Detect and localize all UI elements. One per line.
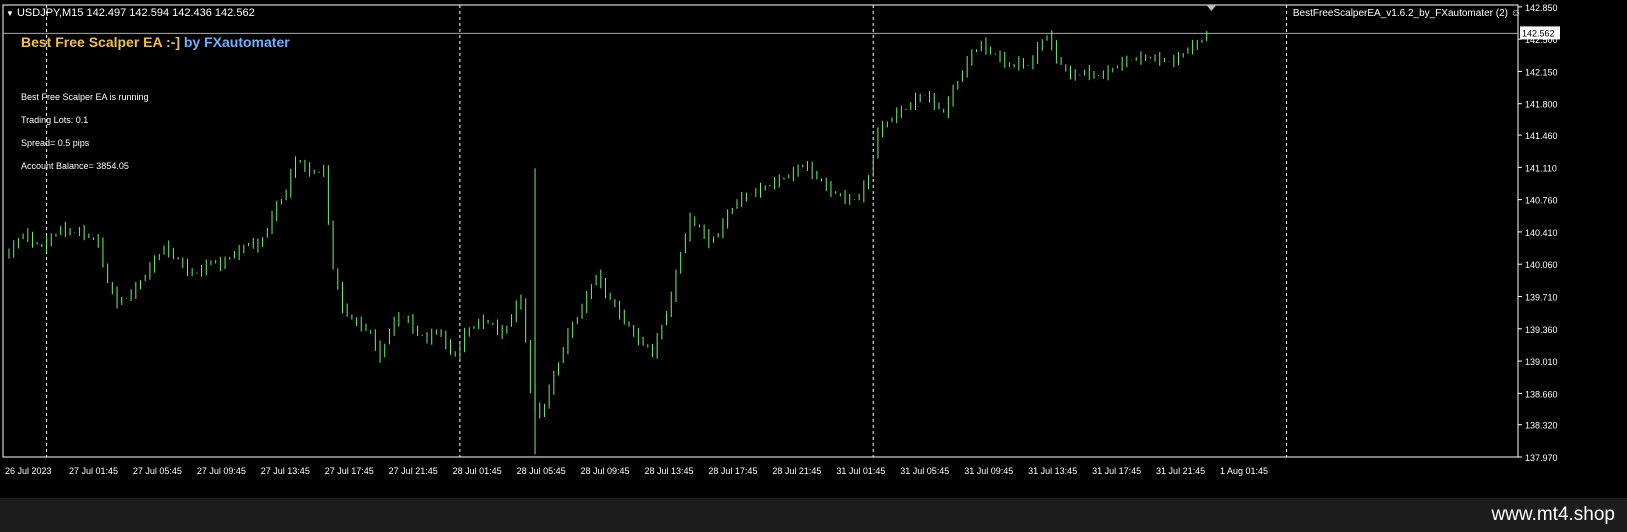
footer: www.mt4.shop — [0, 498, 1627, 532]
ea-status: Best Free Scalper EA is running — [21, 92, 149, 102]
x-tick-label: 28 Jul 05:45 — [517, 466, 566, 476]
y-tick-label: 137.970 — [1525, 453, 1558, 463]
ea-title: Best Free Scalper EA :-] by FXautomater — [21, 34, 290, 50]
x-tick-label: 31 Jul 21:45 — [1156, 466, 1205, 476]
x-tick-label: 27 Jul 01:45 — [69, 466, 118, 476]
x-tick-label: 27 Jul 05:45 — [133, 466, 182, 476]
plot-frame — [2, 4, 1519, 458]
dropdown-triangle-icon[interactable]: ▼ — [6, 9, 14, 18]
ea-name-label: BestFreeScalperEA_v1.6.2_by_FXautomater … — [1293, 8, 1521, 19]
y-tick-label: 140.760 — [1525, 196, 1558, 206]
x-tick-label: 28 Jul 21:45 — [772, 466, 821, 476]
chart-area[interactable]: 142.850 142.500 142.150 141.800 141.460 141.1… — [0, 0, 1627, 498]
y-tick-label: 140.410 — [1525, 228, 1558, 238]
symbol-line: USDJPY,M15 142.497 142.594 142.436 142.5… — [16, 7, 255, 19]
y-tick-label: 138.320 — [1525, 421, 1558, 431]
watermark: www.mt4.shop — [1491, 504, 1615, 525]
x-tick-label: 31 Jul 05:45 — [900, 466, 949, 476]
y-tick-label: 142.850 — [1525, 3, 1558, 13]
x-tick-label: 27 Jul 13:45 — [261, 466, 310, 476]
x-tick-label: 31 Jul 13:45 — [1028, 466, 1077, 476]
ea-name-text: BestFreeScalperEA_v1.6.2_by_FXautomater … — [1292, 8, 1508, 19]
ea-title-author: by FXautomater — [179, 34, 290, 50]
x-tick-label: 28 Jul 17:45 — [708, 466, 757, 476]
x-tick-label: 28 Jul 13:45 — [644, 466, 693, 476]
x-tick-label: 31 Jul 01:45 — [836, 466, 885, 476]
x-tick-label: 26 Jul 2023 — [5, 466, 52, 476]
price-chart[interactable]: 142.850142.500142.150141.800141.460141.1… — [0, 0, 1627, 498]
y-tick-label: 138.660 — [1525, 389, 1558, 399]
y-tick-label: 141.110 — [1525, 163, 1557, 173]
x-tick-label: 28 Jul 09:45 — [581, 466, 630, 476]
y-tick-label: 139.360 — [1525, 325, 1558, 335]
y-tick-label: 142.150 — [1525, 67, 1558, 77]
x-tick-label: 27 Jul 09:45 — [197, 466, 246, 476]
y-tick-label: 139.710 — [1525, 292, 1558, 302]
x-tick-label: 27 Jul 21:45 — [389, 466, 438, 476]
trading-lots: Trading Lots: 0.1 — [21, 115, 89, 125]
y-tick-label: 141.800 — [1525, 100, 1558, 110]
ea-title-main: Best Free Scalper EA :-] — [21, 34, 180, 50]
x-tick-label: 28 Jul 01:45 — [453, 466, 502, 476]
smiley-icon: ☺ — [1510, 8, 1521, 19]
x-tick-label: 27 Jul 17:45 — [325, 466, 374, 476]
spread: Spread= 0.5 pips — [21, 138, 90, 148]
y-tick-label: 139.010 — [1525, 357, 1558, 367]
x-tick-label: 1 Aug 01:45 — [1220, 466, 1268, 476]
shift-marker — [1206, 5, 1217, 11]
y-tick-label: 141.460 — [1525, 131, 1558, 141]
x-tick-label: 31 Jul 17:45 — [1092, 466, 1141, 476]
symbol-info: ▼ USDJPY,M15 142.497 142.594 142.436 142… — [6, 7, 255, 19]
current-price-label: 142.562 — [1522, 28, 1555, 38]
y-tick-label: 140.060 — [1525, 260, 1558, 270]
account-balance: Account Balance= 3854.05 — [21, 161, 129, 171]
x-tick-label: 31 Jul 09:45 — [964, 466, 1013, 476]
